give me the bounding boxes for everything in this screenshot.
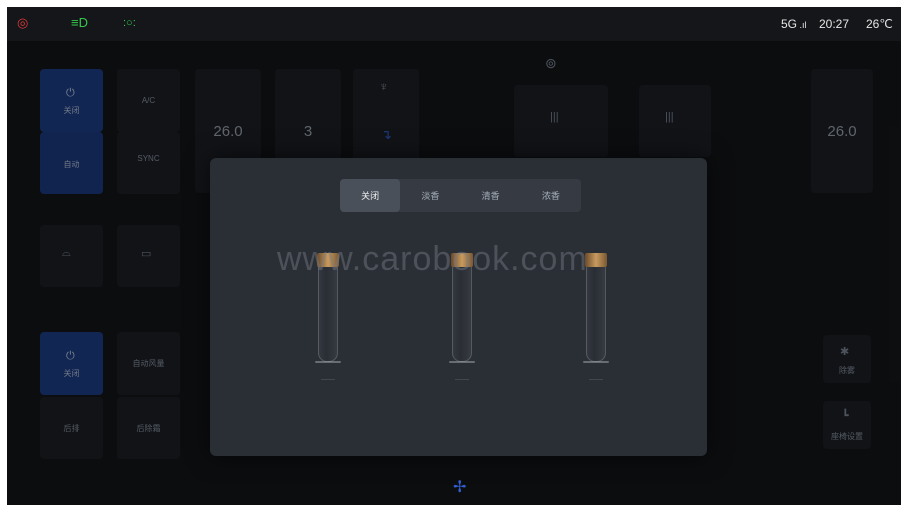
clock: 20:27	[819, 17, 850, 31]
tab-off[interactable]: 关闭	[340, 179, 401, 212]
fragrance-dialog: 关闭 淡香 清香 浓香	[210, 158, 707, 456]
status-bar: ◎ ≡D :○: 5G .ıl 20:27 26℃	[7, 7, 901, 41]
fragrance-level-tabs: 关闭 淡香 清香 浓香	[340, 179, 581, 212]
position-light-icon: :○:	[123, 17, 136, 29]
vial-tube	[586, 267, 606, 362]
vial-indicator	[455, 379, 469, 380]
vial-indicator	[589, 379, 603, 380]
vial-tube	[452, 267, 472, 362]
car-screen: ◎ ≡D :○: 5G .ıl 20:27 26℃ ⏻ 关闭 自动 A/C SY…	[7, 7, 901, 505]
vial-indicator	[321, 379, 335, 380]
vial-base	[583, 361, 609, 363]
tab-light[interactable]: 淡香	[400, 179, 460, 212]
vial-base	[449, 361, 475, 363]
fan-icon[interactable]: ✢	[453, 477, 466, 497]
tab-strong[interactable]: 浓香	[521, 179, 581, 212]
vial-base	[315, 361, 341, 363]
network-indicator: 5G .ıl	[781, 17, 807, 31]
tab-fresh[interactable]: 清香	[461, 179, 521, 212]
headlight-icon: ≡D	[71, 15, 88, 30]
outside-temperature: 26℃	[866, 17, 893, 31]
fault-warning-icon: ◎	[17, 15, 29, 30]
watermark: www.carobook.com	[277, 240, 588, 278]
vial-tube	[318, 267, 338, 362]
vial-cap	[585, 253, 607, 267]
